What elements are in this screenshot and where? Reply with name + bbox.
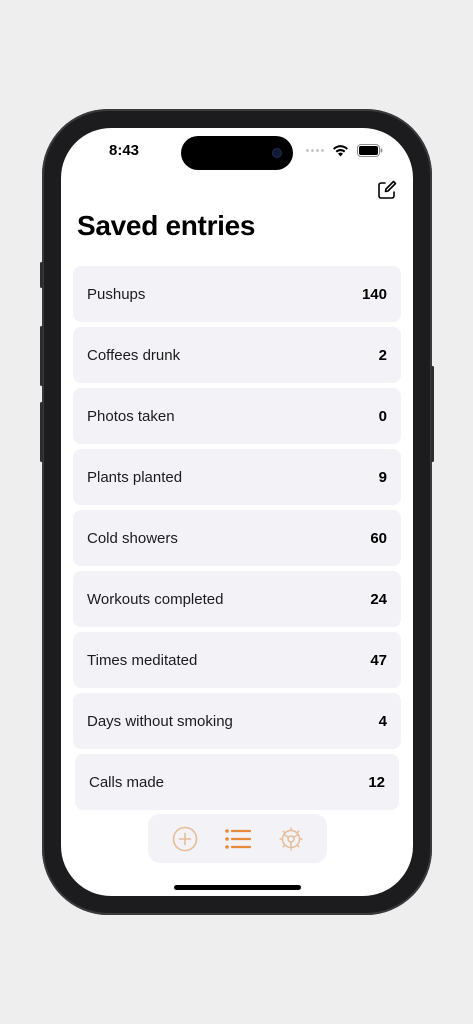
list-item[interactable]: Calls made 12	[75, 754, 399, 810]
entry-value: 9	[378, 468, 387, 486]
status-time: 8:43	[109, 142, 140, 159]
entry-label: Days without smoking	[87, 712, 233, 730]
list-item[interactable]: Plants planted 9	[73, 449, 401, 505]
entries-list: Pushups 140 Coffees drunk 2 Photos taken…	[73, 266, 401, 815]
entry-value: 60	[370, 529, 387, 547]
entry-label: Workouts completed	[87, 590, 224, 608]
list-item[interactable]: Pushups 140	[73, 266, 401, 322]
entry-label: Cold showers	[87, 529, 178, 547]
entry-value: 24	[370, 590, 387, 608]
list-item[interactable]: Workouts completed 24	[73, 571, 401, 627]
entry-label: Times meditated	[87, 651, 198, 669]
entry-label: Coffees drunk	[87, 346, 181, 364]
volume-down-button	[40, 402, 43, 462]
list-item[interactable]: Cold showers 60	[73, 510, 401, 566]
plus-circle-icon	[172, 826, 197, 851]
list-item[interactable]: Times meditated 47	[73, 632, 401, 688]
status-indicators	[306, 144, 383, 157]
entry-label: Pushups	[87, 285, 146, 303]
page-title: Saved entries	[77, 210, 256, 241]
list-icon	[224, 828, 251, 849]
settings-gear-icon	[279, 827, 302, 850]
entry-value: 47	[370, 651, 387, 669]
home-indicator	[174, 885, 301, 890]
entry-value: 0	[378, 407, 387, 425]
screen: 8:43 Saved entries Pushups 140 Coffees d…	[61, 128, 413, 896]
volume-up-button	[40, 326, 43, 386]
power-button	[431, 366, 434, 462]
entry-label: Calls made	[89, 773, 165, 791]
dynamic-island	[181, 136, 293, 170]
cellular-signal-icon	[306, 149, 324, 152]
entry-value: 2	[378, 346, 387, 364]
entry-label: Photos taken	[87, 407, 175, 425]
tab-bar	[148, 814, 327, 863]
action-button	[40, 262, 43, 288]
entry-value: 140	[361, 285, 387, 303]
compose-icon[interactable]	[377, 180, 397, 200]
list-item[interactable]: Coffees drunk 2	[73, 327, 401, 383]
tab-settings[interactable]	[277, 825, 305, 853]
wifi-icon	[333, 145, 348, 157]
tab-list[interactable]	[224, 825, 252, 853]
battery-icon	[357, 144, 383, 157]
entry-value: 4	[378, 712, 387, 730]
tab-add[interactable]	[171, 825, 199, 853]
camera-lens	[273, 149, 281, 157]
entry-value: 12	[368, 773, 385, 791]
list-item[interactable]: Days without smoking 4	[73, 693, 401, 749]
entry-label: Plants planted	[87, 468, 183, 486]
list-item[interactable]: Photos taken 0	[73, 388, 401, 444]
